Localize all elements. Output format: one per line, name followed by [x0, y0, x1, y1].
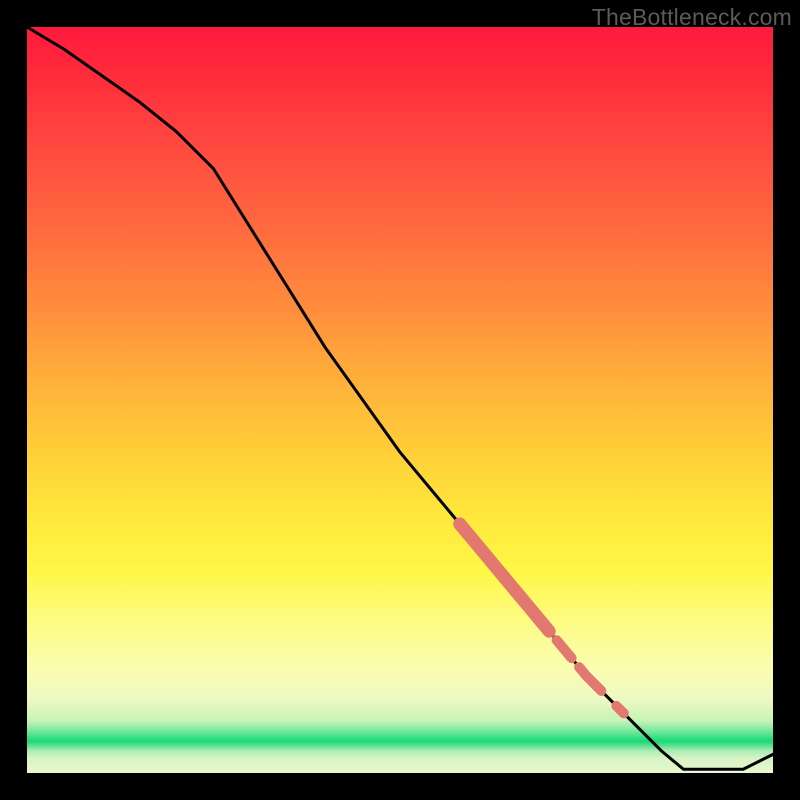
chart-stage: TheBottleneck.com [0, 0, 800, 800]
plot-area [27, 27, 773, 773]
watermark-label: TheBottleneck.com [592, 4, 792, 31]
